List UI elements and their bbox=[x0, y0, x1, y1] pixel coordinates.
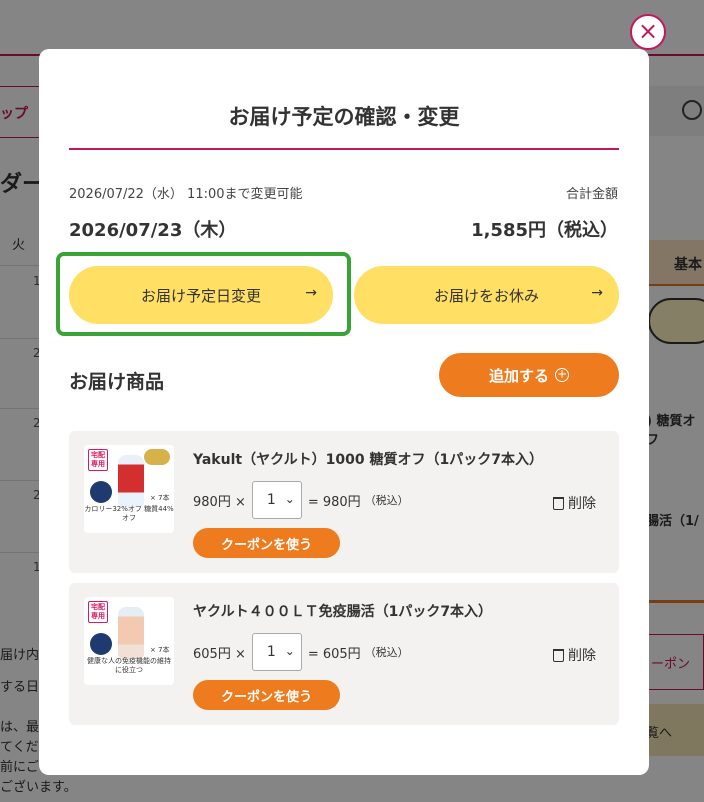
use-coupon-button[interactable]: クーポンを使う bbox=[193, 680, 340, 710]
close-icon: × bbox=[637, 17, 659, 45]
delivery-date: 2026/07/23（木） bbox=[69, 220, 237, 241]
product-card: 宅配専用 × 7本 カロリー32%オフ 糖質44%オフ Yakult（ヤクルト）… bbox=[69, 431, 619, 573]
change-deadline: 2026/07/22（水） 11:00まで変更可能 bbox=[69, 187, 303, 202]
trash-icon bbox=[553, 648, 564, 662]
tax-note: （税込） bbox=[364, 494, 409, 507]
chevron-down-icon: ⌄ bbox=[284, 644, 295, 658]
subtotal: = 605円 bbox=[307, 646, 361, 662]
quantity-select[interactable]: 1 ⌄ bbox=[251, 481, 302, 519]
tax-note: （税込） bbox=[364, 646, 409, 659]
arrow-right-icon: → bbox=[305, 285, 317, 301]
delete-label: 削除 bbox=[568, 496, 596, 512]
change-date-button[interactable]: お届け予定日変更 → bbox=[69, 266, 333, 324]
quantity-value: 1 bbox=[266, 492, 276, 508]
chevron-down-icon: ⌄ bbox=[284, 492, 295, 506]
total-amount: 1,585円（税込） bbox=[471, 220, 618, 241]
image-caption: カロリー32%オフ 糖質44%オフ bbox=[84, 505, 174, 522]
guinness-award-icon bbox=[90, 481, 112, 503]
quantity-value: 1 bbox=[266, 644, 276, 660]
subtotal: = 980円 bbox=[307, 494, 361, 510]
image-caption: 健康な人の免疫機能の維持に役立つ bbox=[87, 657, 171, 674]
arrow-right-icon: → bbox=[591, 285, 603, 301]
price-row: 605円 × 1 ⌄ = 605円 （税込） bbox=[193, 633, 409, 671]
delete-button[interactable]: 削除 bbox=[553, 493, 596, 513]
pack-count: × 7本 bbox=[150, 646, 170, 654]
modal-title: お届け予定の確認・変更 bbox=[228, 105, 460, 129]
change-date-label: お届け予定日変更 bbox=[140, 286, 261, 305]
add-product-label: 追加する bbox=[488, 366, 549, 385]
quantity-select[interactable]: 1 ⌄ bbox=[251, 633, 302, 671]
award-badge-icon bbox=[144, 449, 170, 465]
skip-delivery-button[interactable]: お届けをお休み → bbox=[354, 266, 619, 324]
title-divider bbox=[69, 148, 619, 150]
yakult-1000-bottle-icon bbox=[118, 455, 144, 507]
delivery-only-badge: 宅配専用 bbox=[88, 449, 108, 471]
unit-price: 980円 × bbox=[193, 494, 246, 510]
pack-count: × 7本 bbox=[150, 494, 170, 502]
product-name: ヤクルト４００ＬＴ免疫腸活（1パック7本入） bbox=[193, 604, 493, 620]
delivery-only-badge: 宅配専用 bbox=[88, 601, 108, 623]
total-label: 合計金額 bbox=[565, 187, 618, 202]
price-row: 980円 × 1 ⌄ = 980円 （税込） bbox=[193, 481, 409, 519]
trash-icon bbox=[553, 496, 564, 510]
add-product-button[interactable]: 追加する + bbox=[439, 353, 619, 397]
product-name: Yakult（ヤクルト）1000 糖質オフ（1パック7本入） bbox=[193, 452, 543, 468]
delivery-modal: お届け予定の確認・変更 2026/07/22（水） 11:00まで変更可能 合計… bbox=[39, 49, 649, 775]
product-image: 宅配専用 × 7本 健康な人の免疫機能の維持に役立つ bbox=[84, 597, 174, 685]
guinness-award-icon bbox=[90, 633, 112, 655]
product-card: 宅配専用 × 7本 健康な人の免疫機能の維持に役立つ ヤクルト４００ＬＴ免疫腸活… bbox=[69, 583, 619, 725]
plus-circle-icon: + bbox=[555, 367, 569, 382]
yakult-400-bottle-icon bbox=[118, 607, 144, 659]
use-coupon-button[interactable]: クーポンを使う bbox=[193, 528, 340, 558]
delete-button[interactable]: 削除 bbox=[553, 645, 596, 665]
unit-price: 605円 × bbox=[193, 646, 246, 662]
delete-label: 削除 bbox=[568, 648, 596, 664]
close-button[interactable]: × bbox=[630, 14, 666, 50]
products-section-title: お届け商品 bbox=[69, 371, 165, 393]
product-image: 宅配専用 × 7本 カロリー32%オフ 糖質44%オフ bbox=[84, 445, 174, 533]
skip-delivery-label: お届けをお休み bbox=[433, 286, 539, 305]
